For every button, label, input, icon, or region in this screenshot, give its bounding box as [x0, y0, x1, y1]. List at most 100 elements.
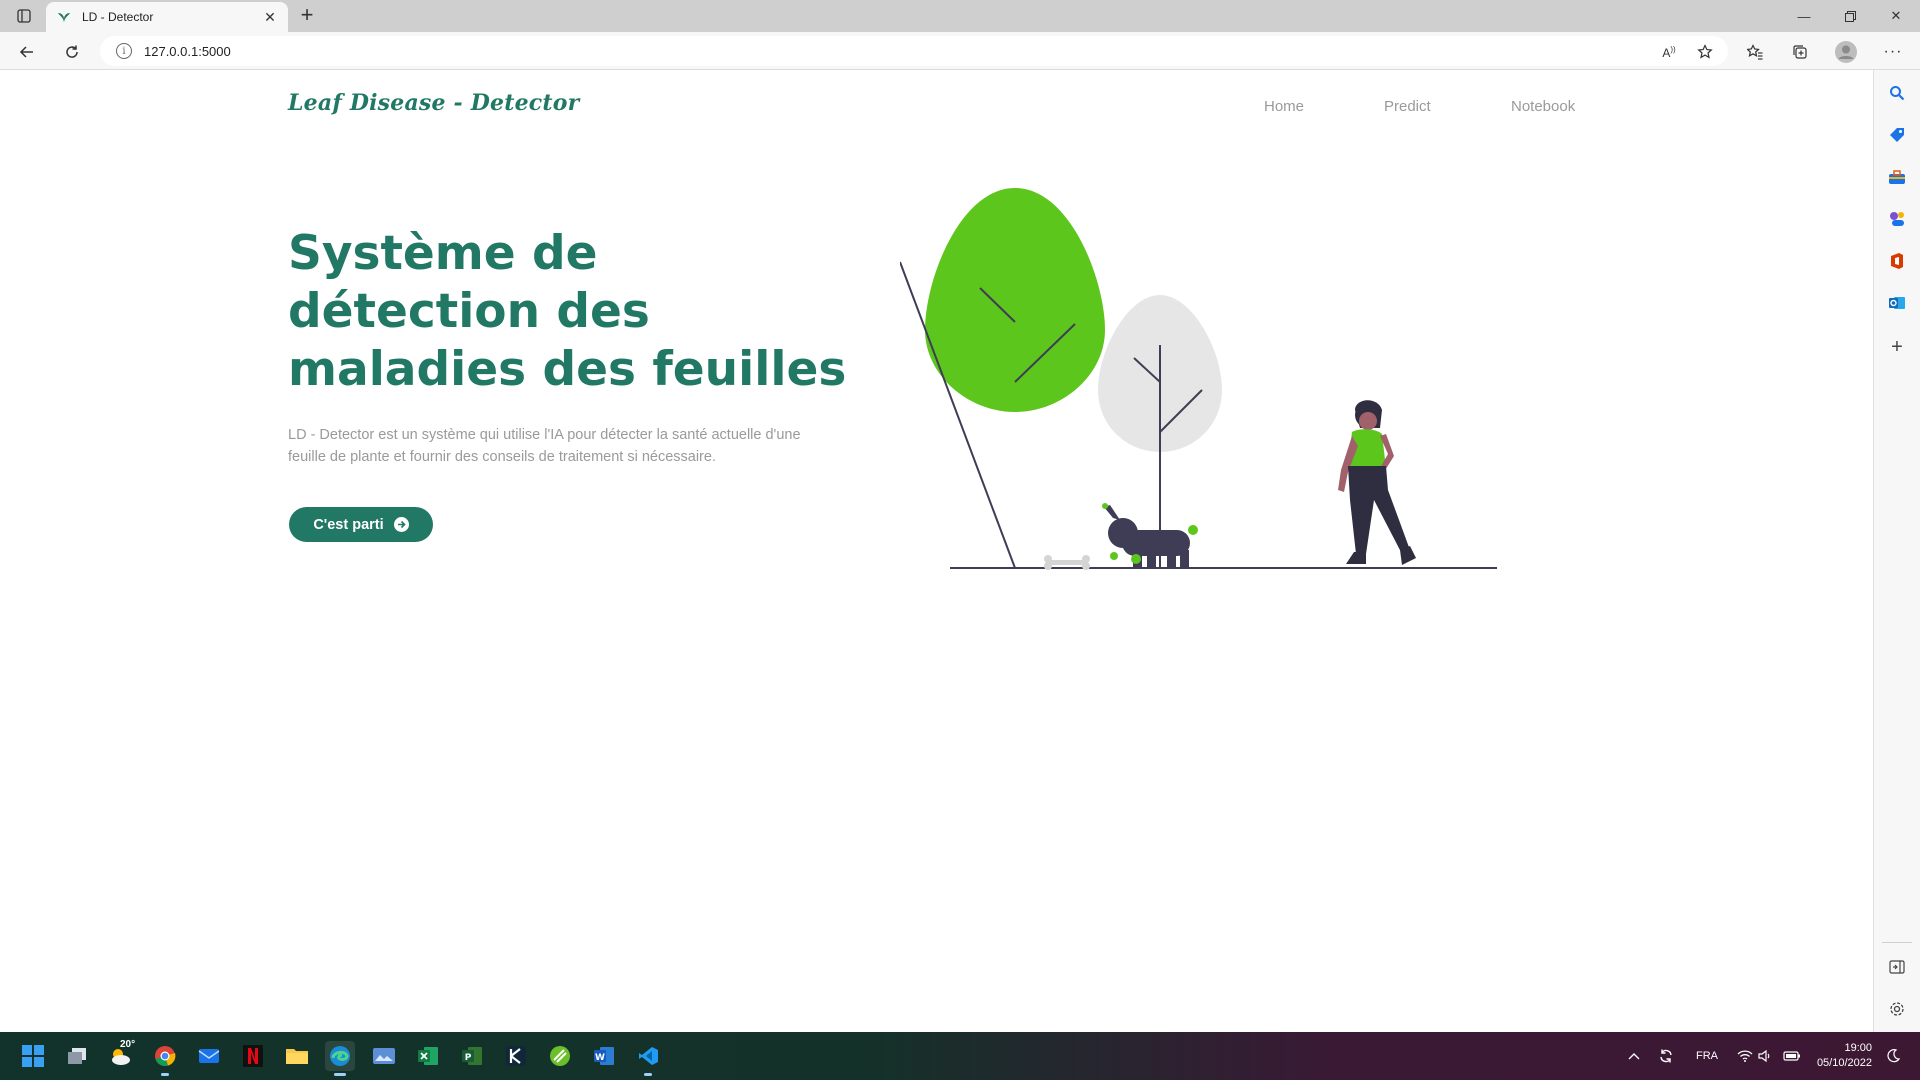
- vscode-icon: [639, 1047, 658, 1065]
- start-button[interactable]: [18, 1041, 48, 1071]
- chevron-up-icon: [1628, 1053, 1640, 1060]
- gear-icon: [1890, 1002, 1904, 1016]
- web-page: Leaf Disease - Detector Home Predict Not…: [0, 70, 1873, 1032]
- read-aloud-icon: A)): [1662, 44, 1676, 60]
- sidebar-settings-button[interactable]: [1886, 998, 1908, 1020]
- chrome-icon: [155, 1046, 176, 1066]
- task-view-button[interactable]: [62, 1041, 92, 1071]
- clock[interactable]: 19:00 05/10/2022: [1812, 1041, 1872, 1071]
- reload-icon: [66, 45, 78, 58]
- taskbar-photos[interactable]: [369, 1041, 399, 1071]
- site-info-icon[interactable]: i: [116, 43, 132, 59]
- shopping-tag-icon: [1890, 128, 1904, 142]
- svg-text:W: W: [595, 1053, 605, 1063]
- add-favorite-button[interactable]: [1692, 39, 1718, 65]
- taskbar-file-explorer[interactable]: [282, 1041, 312, 1071]
- new-tab-button[interactable]: +: [295, 4, 319, 28]
- speaker-icon: [1758, 1050, 1770, 1062]
- file-explorer-icon: [286, 1049, 308, 1064]
- close-window-button[interactable]: ✕: [1874, 0, 1918, 32]
- taskbar-word[interactable]: W: [589, 1041, 619, 1071]
- browser-tab[interactable]: LD - Detector ✕: [46, 2, 288, 32]
- kite-icon: [506, 1046, 526, 1066]
- taskbar-snap[interactable]: [545, 1041, 575, 1071]
- windows-taskbar: 20° P W FRA 19:00 05/10/2022: [0, 1032, 1920, 1080]
- weather-widget[interactable]: 20°: [106, 1039, 136, 1071]
- windows-logo-icon: [22, 1045, 44, 1067]
- minimize-button[interactable]: —: [1782, 0, 1826, 32]
- volume-button[interactable]: [1758, 1032, 1772, 1080]
- language-indicator[interactable]: FRA: [1696, 1032, 1718, 1080]
- settings-more-button[interactable]: ···: [1880, 39, 1906, 65]
- taskbar-vscode[interactable]: [633, 1041, 663, 1076]
- clock-date: 05/10/2022: [1816, 1057, 1872, 1069]
- running-indicator: [644, 1073, 652, 1076]
- nav-link-notebook[interactable]: Notebook: [1511, 98, 1575, 115]
- photos-icon: [373, 1048, 395, 1064]
- taskbar-edge[interactable]: [325, 1041, 355, 1076]
- site-logo[interactable]: Leaf Disease - Detector: [288, 90, 579, 116]
- green-tree-icon: [900, 188, 1105, 569]
- svg-text:P: P: [465, 1053, 472, 1063]
- sidebar-office-button[interactable]: [1886, 250, 1908, 272]
- sidebar-search-button[interactable]: [1886, 82, 1908, 104]
- excel-icon: [418, 1047, 438, 1065]
- hide-sidebar-button[interactable]: [1886, 956, 1908, 978]
- get-started-label: C'est parti: [313, 516, 384, 533]
- battery-button[interactable]: [1783, 1032, 1801, 1080]
- sync-icon: [1660, 1049, 1672, 1063]
- notifications-button[interactable]: [1886, 1032, 1900, 1080]
- project-icon: P: [462, 1047, 482, 1065]
- show-hidden-icons-button[interactable]: [1628, 1032, 1640, 1080]
- netflix-icon: [243, 1045, 263, 1067]
- word-icon: W: [594, 1047, 614, 1065]
- sync-status-button[interactable]: [1658, 1032, 1674, 1080]
- search-icon: [1890, 86, 1905, 101]
- wifi-button[interactable]: [1737, 1032, 1753, 1080]
- more-dots-icon: ···: [1883, 43, 1903, 60]
- nav-link-predict[interactable]: Predict: [1384, 98, 1431, 115]
- sidebar-tools-button[interactable]: [1886, 166, 1908, 188]
- hero-description: LD - Detector est un système qui utilise…: [288, 427, 801, 465]
- taskbar-chrome[interactable]: [150, 1041, 180, 1076]
- url-field[interactable]: i 127.0.0.1:5000: [100, 36, 1728, 66]
- favorites-icon: [1747, 44, 1763, 60]
- active-indicator: [334, 1073, 346, 1076]
- snap-icon: [550, 1046, 570, 1066]
- sidebar-outlook-button[interactable]: [1886, 292, 1908, 314]
- hide-sidebar-icon: [1889, 960, 1905, 974]
- back-button[interactable]: [14, 39, 40, 65]
- sidebar-games-button[interactable]: [1886, 208, 1908, 230]
- close-tab-icon[interactable]: ✕: [262, 9, 278, 25]
- running-indicator: [161, 1073, 169, 1076]
- taskbar-kite[interactable]: [501, 1041, 531, 1071]
- toolbox-icon: [1889, 170, 1905, 184]
- office-icon: [1891, 253, 1903, 269]
- get-started-button[interactable]: C'est parti: [289, 507, 433, 542]
- sidebar-add-button[interactable]: +: [1886, 336, 1908, 358]
- taskbar-mail[interactable]: [194, 1041, 224, 1071]
- plus-icon: +: [1891, 335, 1903, 358]
- collections-button[interactable]: [1787, 39, 1813, 65]
- taskbar-project[interactable]: P: [457, 1041, 487, 1071]
- hero-illustration: [900, 188, 1497, 570]
- restore-icon: [1844, 10, 1856, 22]
- restore-button[interactable]: [1828, 0, 1872, 32]
- taskbar-excel[interactable]: [413, 1041, 443, 1071]
- read-aloud-button[interactable]: A)): [1656, 39, 1682, 65]
- favorites-button[interactable]: [1742, 39, 1768, 65]
- taskbar-netflix[interactable]: [238, 1041, 268, 1071]
- weather-temp: 20°: [120, 1039, 136, 1050]
- nav-link-home[interactable]: Home: [1264, 98, 1304, 115]
- profile-button[interactable]: [1833, 39, 1859, 65]
- reload-button[interactable]: [59, 39, 85, 65]
- wifi-icon: [1737, 1050, 1753, 1062]
- moon-icon: [1887, 1049, 1900, 1063]
- arrow-right-circle-icon: [393, 517, 409, 532]
- task-view-icon: [68, 1048, 86, 1064]
- star-add-icon: [1697, 44, 1713, 59]
- mail-icon: [198, 1049, 220, 1063]
- hero-title: Système de détection des maladies des fe…: [288, 226, 847, 397]
- tab-actions-button[interactable]: [12, 6, 36, 26]
- sidebar-shopping-button[interactable]: [1886, 124, 1908, 146]
